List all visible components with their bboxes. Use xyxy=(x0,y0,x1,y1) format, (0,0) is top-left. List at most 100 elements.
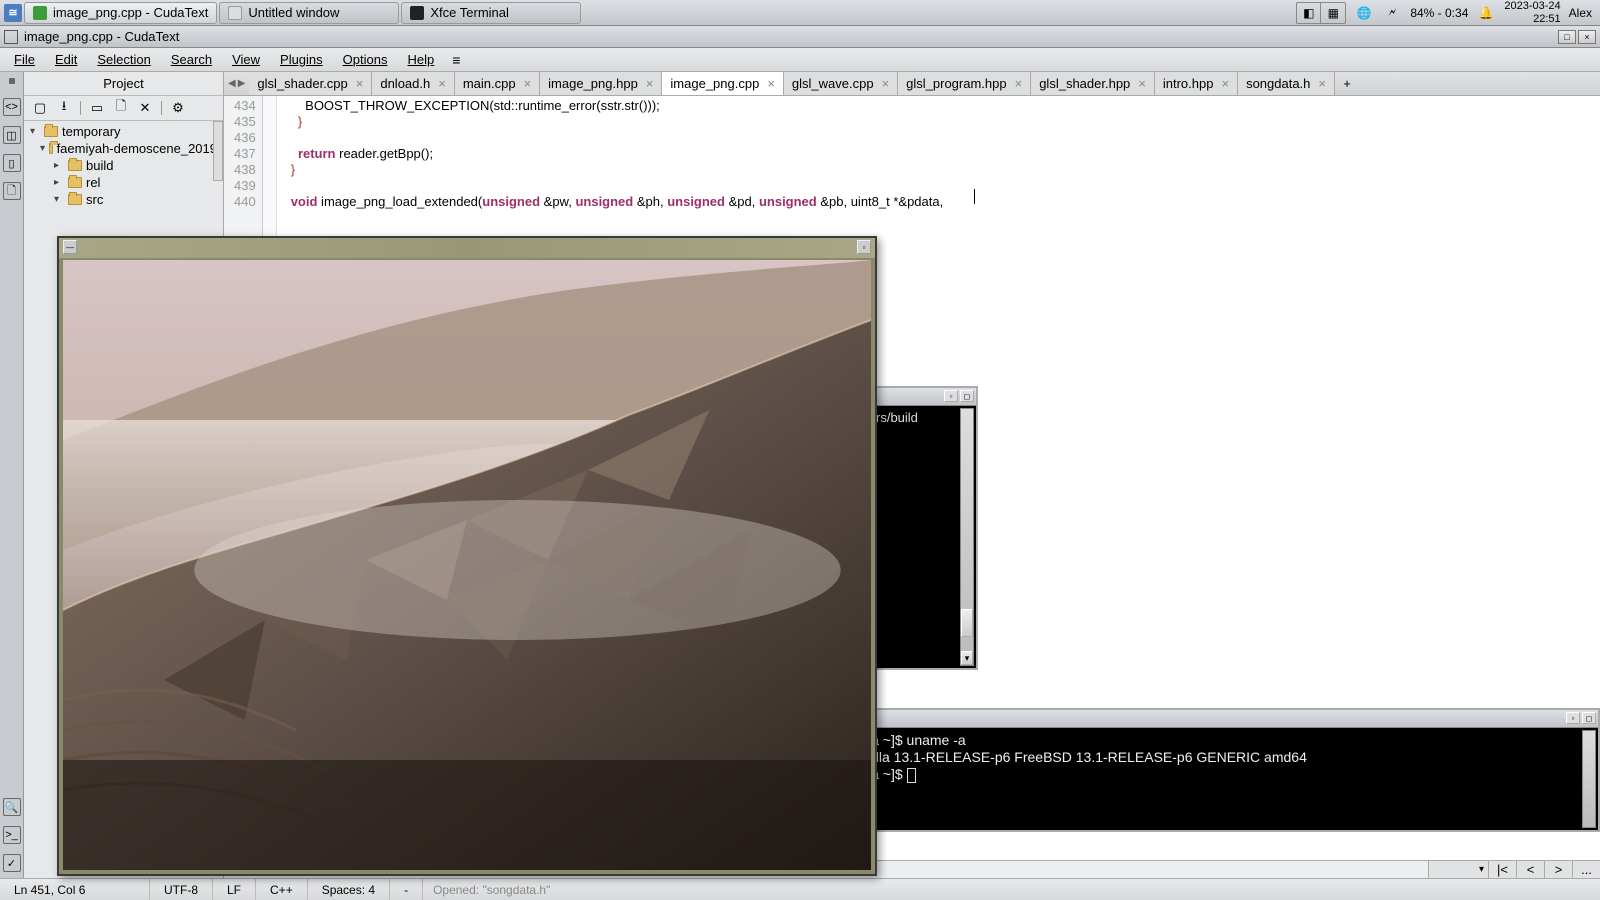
editor-tab[interactable]: image_png.cpp× xyxy=(662,72,784,95)
editor-tab[interactable]: glsl_program.hpp × xyxy=(898,72,1031,95)
expander-icon[interactable]: ▸ xyxy=(54,177,64,188)
close-button[interactable]: × xyxy=(1578,30,1596,44)
delete-icon[interactable]: ✕ xyxy=(137,100,153,116)
tab-label: glsl_program.hpp xyxy=(906,76,1006,91)
start-icon[interactable]: ≅ xyxy=(4,4,22,22)
nav-first-button[interactable]: |< xyxy=(1488,861,1516,878)
tray-notification-icon[interactable]: 🔔 xyxy=(1476,3,1496,23)
new-tab-button[interactable]: + xyxy=(1335,72,1359,95)
menu-file[interactable]: File xyxy=(6,50,43,69)
activity-file-icon[interactable]: 🗋 xyxy=(3,182,21,200)
status-language[interactable]: C++ xyxy=(256,879,308,900)
menu-view[interactable]: View xyxy=(224,50,268,69)
status-eol[interactable]: LF xyxy=(213,879,256,900)
scroll-down-button[interactable]: ▾ xyxy=(961,651,973,665)
save-icon[interactable]: ⭳ xyxy=(56,100,72,116)
tab-close-icon[interactable]: × xyxy=(1221,76,1229,91)
tab-close-icon[interactable]: × xyxy=(1138,76,1146,91)
editor-tab[interactable]: image_png.hpp× xyxy=(540,72,662,95)
nav-more-button[interactable]: ... xyxy=(1572,861,1600,878)
new-file-icon[interactable]: 🗋 xyxy=(113,100,129,116)
editor-tab[interactable]: intro.hpp× xyxy=(1155,72,1238,95)
editor-tab[interactable]: dnload.h× xyxy=(372,72,454,95)
tree-item[interactable]: ▸ build xyxy=(28,157,219,174)
terminal-titlebar[interactable]: ▫ ◻ xyxy=(862,710,1598,728)
tab-group-selector[interactable]: ▾ xyxy=(1428,861,1488,878)
tree-item[interactable]: ▾ faemiyah-demoscene_2019 xyxy=(28,140,219,157)
tab-close-icon[interactable]: × xyxy=(438,76,446,91)
activity-code-icon[interactable]: <> xyxy=(3,98,21,116)
menu-selection[interactable]: Selection xyxy=(89,50,158,69)
tree-scrollbar[interactable] xyxy=(213,121,223,181)
editor-tab[interactable]: songdata.h× xyxy=(1238,72,1335,95)
shade-button[interactable]: ▫ xyxy=(1566,712,1580,724)
terminal-scrollbar[interactable] xyxy=(1582,730,1596,828)
tab-next-icon[interactable]: ▶ xyxy=(238,78,246,89)
window-menu-icon[interactable] xyxy=(4,30,18,44)
terminal-titlebar[interactable]: ▫ ◻ xyxy=(872,388,976,406)
scrollbar-thumb[interactable] xyxy=(961,609,973,637)
menu-plugins[interactable]: Plugins xyxy=(272,50,331,69)
nav-prev-button[interactable]: < xyxy=(1516,861,1544,878)
tray-globe-icon[interactable]: 🌐 xyxy=(1354,3,1374,23)
activity-terminal-icon[interactable]: >_ xyxy=(3,826,21,844)
taskbar-app-untitled[interactable]: Untitled window xyxy=(219,2,399,24)
tab-close-icon[interactable]: × xyxy=(646,76,654,91)
maximize-button[interactable]: ◻ xyxy=(960,390,974,402)
tree-root[interactable]: ▾ temporary xyxy=(28,123,219,140)
tab-close-icon[interactable]: × xyxy=(356,76,364,91)
editor-titlebar[interactable]: image_png.cpp - CudaText □ × xyxy=(0,26,1600,48)
expander-icon[interactable]: ▾ xyxy=(30,126,40,137)
expander-icon[interactable]: ▾ xyxy=(40,143,45,154)
menu-edit[interactable]: Edit xyxy=(47,50,85,69)
activity-cube-icon[interactable]: ◫ xyxy=(3,126,21,144)
editor-tab[interactable]: glsl_shader.cpp× xyxy=(249,72,372,95)
new-folder-icon[interactable]: ▭ xyxy=(89,100,105,116)
demo-menu-button[interactable]: — xyxy=(63,240,77,254)
editor-tab[interactable]: glsl_wave.cpp× xyxy=(784,72,898,95)
shade-button[interactable]: ▫ xyxy=(944,390,958,402)
tab-close-icon[interactable]: × xyxy=(1015,76,1023,91)
tray-battery-icon[interactable]: 🗲 xyxy=(1382,3,1402,23)
tab-close-icon[interactable]: × xyxy=(882,76,890,91)
maximize-button[interactable]: ◻ xyxy=(1582,712,1596,724)
demo-titlebar[interactable]: — ▫ xyxy=(59,238,875,258)
tab-prev-icon[interactable]: ◀ xyxy=(228,78,236,89)
demo-maximize-button[interactable]: ▫ xyxy=(857,240,871,254)
menu-options[interactable]: Options xyxy=(335,50,396,69)
workspace-2-icon[interactable]: ▦ xyxy=(1321,3,1345,23)
menu-search[interactable]: Search xyxy=(163,50,220,69)
menu-help[interactable]: Help xyxy=(399,50,442,69)
status-encoding[interactable]: UTF-8 xyxy=(150,879,213,900)
status-indent[interactable]: Spaces: 4 xyxy=(308,879,390,900)
user-name[interactable]: Alex xyxy=(1569,6,1592,20)
tree-item[interactable]: ▸ rel xyxy=(28,174,219,191)
expander-icon[interactable]: ▾ xyxy=(54,194,64,205)
nav-next-button[interactable]: > xyxy=(1544,861,1572,878)
tab-close-icon[interactable]: × xyxy=(524,76,532,91)
workspace-1-icon[interactable]: ◧ xyxy=(1297,3,1321,23)
activity-bookmark-icon[interactable]: ▯ xyxy=(3,154,21,172)
tab-close-icon[interactable]: × xyxy=(767,76,775,91)
status-position[interactable]: Ln 451, Col 6 xyxy=(0,879,150,900)
expander-icon[interactable]: ▸ xyxy=(54,160,64,171)
editor-tab[interactable]: glsl_shader.hpp× xyxy=(1031,72,1155,95)
activity-drag-handle[interactable] xyxy=(9,78,15,84)
settings-icon[interactable]: ⚙ xyxy=(170,100,186,116)
activity-check-icon[interactable]: ✓ xyxy=(3,854,21,872)
editor-tab[interactable]: main.cpp× xyxy=(455,72,540,95)
terminal-window-large[interactable]: ▫ ◻ la ~]$ uname -a ella 13.1-RELEASE-p6… xyxy=(860,708,1600,832)
demo-render-window[interactable]: — ▫ xyxy=(57,236,877,876)
minimize-button[interactable]: □ xyxy=(1558,30,1576,44)
taskbar-app-cudatext[interactable]: image_png.cpp - CudaText xyxy=(24,2,217,24)
terminal-window-small[interactable]: ▫ ◻ rs/build ▾ xyxy=(870,386,978,670)
activity-search-icon[interactable]: 🔍 xyxy=(3,798,21,816)
menu-more-icon[interactable]: ≡ xyxy=(452,52,460,68)
terminal-scrollbar[interactable]: ▾ xyxy=(960,408,974,666)
project-tree[interactable]: ▾ temporary ▾ faemiyah-demoscene_2019 ▸ … xyxy=(24,121,223,210)
clock[interactable]: 2023-03-24 22:51 xyxy=(1504,0,1560,24)
tab-close-icon[interactable]: × xyxy=(1318,76,1326,91)
taskbar-app-terminal[interactable]: Xfce Terminal xyxy=(401,2,581,24)
folder-open-icon[interactable]: ▢ xyxy=(32,100,48,116)
tree-item[interactable]: ▾ src xyxy=(28,191,219,208)
